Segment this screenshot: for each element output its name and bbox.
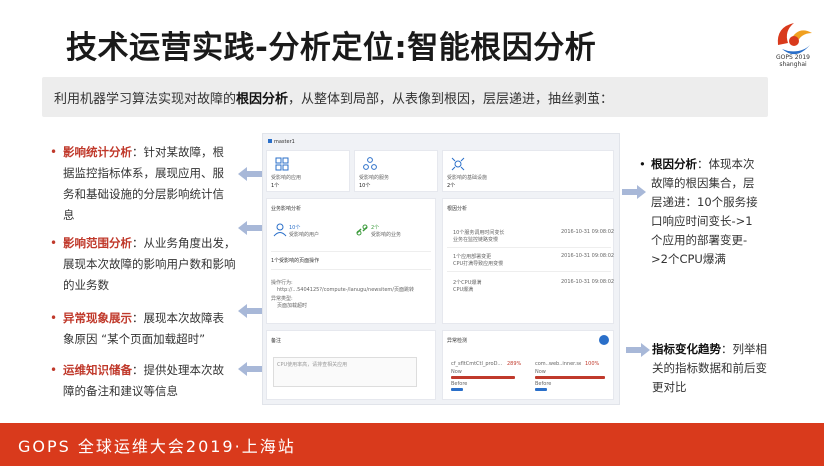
metric1-before-bar — [451, 388, 463, 391]
stat-card-infra[interactable]: 受影响的基础设施 2个 — [442, 150, 614, 192]
arrow-left-icon — [238, 221, 262, 235]
more-button[interactable] — [599, 335, 609, 345]
arrow-right-icon — [626, 343, 650, 357]
app-icon — [275, 157, 289, 171]
page-title: 技术运营实践-分析定位:智能根因分析 — [66, 30, 597, 66]
left-item-impact-scope: • 影响范围分析：从业务角度出发， 展现本次故障的影响用户数和影响 的业务数 — [50, 236, 236, 292]
arrow-right-icon — [622, 185, 646, 199]
metric1-now-bar — [451, 376, 515, 379]
footer-bar: GOPS 全球运维大会2019·上海站 — [0, 423, 824, 466]
left-item-knowledge: • 运维知识储备：提供处理本次故 障的备注和建议等信息 — [50, 363, 224, 398]
arrow-left-icon — [238, 362, 262, 376]
metrics-card: 异常检测 cf_sfltCmtCtl_proD... 289% Now Befo… — [442, 330, 614, 400]
root-cause-card: 根因分析 10个服务调用时间变长 业务在监控链路变慢 2016-10-31 09… — [442, 198, 614, 324]
right-item-root-cause: • 根因分析：体现本次 故障的根因集合，层 层递进：10个服务接 口响应时间变长… — [639, 157, 758, 266]
notes-input[interactable]: CPU使用率高，请排查相关应用 — [273, 357, 417, 387]
dashboard-header: master1 — [268, 139, 295, 145]
stat-card-services[interactable]: 受影响的服务 10个 — [354, 150, 438, 192]
footer-text: GOPS 全球运维大会2019·上海站 — [18, 437, 296, 456]
impact-analysis-card: 业务影响分析 10个 受影响的用户 2个 受影响的业务 1个受影响的页面操作 操… — [266, 198, 436, 324]
arrow-left-icon — [238, 304, 262, 318]
metric2-before-bar — [535, 388, 547, 391]
left-item-impact-stats: • 影响统计分析：针对某故障，根 据监控指标体系，展现应用、服 务和基础设施的分… — [50, 145, 224, 222]
infrastructure-icon — [451, 157, 465, 171]
stat-card-apps[interactable]: 受影响的应用 1个 — [266, 150, 350, 192]
logo-caption: GOPS 2019 shanghai — [776, 54, 810, 68]
link-icon — [356, 224, 368, 236]
subtitle: 利用机器学习算法实现对故障的根因分析，从整体到局部，从表像到根因，层层递进，抽丝… — [54, 92, 614, 107]
users-icon — [273, 223, 287, 237]
arrow-left-icon — [238, 167, 262, 181]
metric2-now-bar — [535, 376, 605, 379]
left-item-anomaly: • 异常现象展示：展现本次故障表 象原因 “某个页面加载超时” — [50, 311, 224, 346]
subtitle-bar: 利用机器学习算法实现对故障的根因分析，从整体到局部，从表像到根因，层层递进，抽丝… — [42, 77, 768, 117]
right-item-metric-trend: 指标变化趋势：列举相 关的指标数据和前后变 更对比 — [652, 342, 767, 394]
notes-card: 备注 CPU使用率高，请排查相关应用 — [266, 330, 436, 400]
services-icon — [363, 157, 377, 170]
